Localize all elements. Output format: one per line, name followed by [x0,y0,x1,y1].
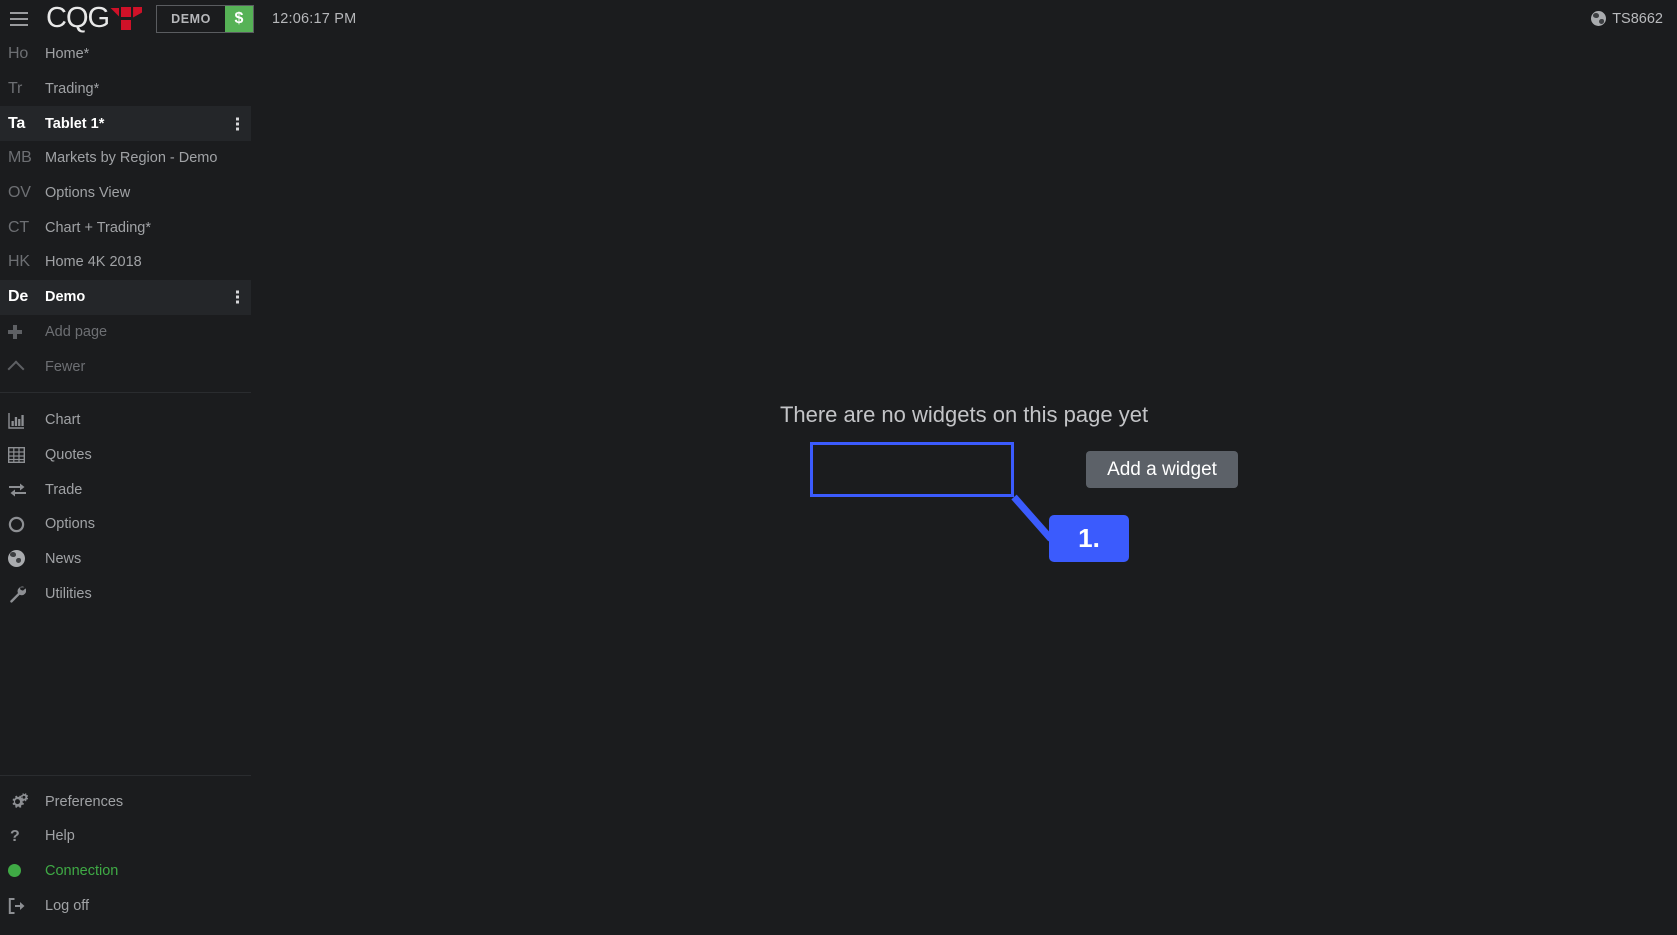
brand-text: CQG [46,2,110,34]
page-abbr: De [8,288,29,306]
page-label: Trading* [45,81,100,98]
globe-icon [8,550,38,568]
sidebar-page-demo[interactable]: De Demo [0,279,251,315]
chevron-up-icon [7,359,38,378]
page-abbr: Ta [8,114,26,132]
sidebar-page-chart-trading[interactable]: CT Chart + Trading* [0,210,251,245]
sidebar-page-home-4k-2018[interactable]: HK Home 4K 2018 [0,245,251,280]
page-label: Home* [45,46,90,63]
sidebar-page-tablet-1[interactable]: Ta Tablet 1* [0,106,251,142]
widget-label: News [45,550,82,567]
page-abbr: Ho [8,45,29,63]
sidebar-widget-utilities[interactable]: Utilities [0,576,251,611]
fewer-toggle[interactable]: Fewer [0,349,251,384]
top-bar: CQG DEMO $ 12:06:17 PM TS8662 [0,0,1677,37]
page-options-kebab-icon[interactable] [236,117,239,131]
hamburger-bar [10,23,28,26]
circle-icon [8,516,38,533]
page-label: Home 4K 2018 [45,254,142,271]
page-label: Demo [45,289,86,306]
annotation-step-badge: 1. [1049,515,1129,562]
sidebar-page-markets-by-region[interactable]: MB Markets by Region - Demo [0,141,251,176]
widget-label: Options [45,516,95,533]
plus-icon [8,324,38,339]
sidebar-widget-trade[interactable]: Trade [0,472,251,507]
demo-mode-badge[interactable]: DEMO $ [156,4,254,33]
page-label: Chart + Trading* [45,219,151,236]
exchange-arrows-icon [8,482,38,498]
footer-label: Log off [45,897,90,914]
main-canvas: There are no widgets on this page yet Ad… [251,37,1677,935]
footer-label: Preferences [45,793,124,810]
sidebar-page-home[interactable]: Ho Home* [0,37,251,72]
wrench-icon [8,585,38,603]
sidebar-connection[interactable]: Connection [0,854,251,889]
page-options-kebab-icon[interactable] [236,290,239,304]
question-icon: ? [8,827,38,845]
widget-label: Trade [45,481,83,498]
sidebar-widget-news[interactable]: News [0,542,251,577]
page-abbr: OV [8,184,31,202]
annotation-step-label: 1. [1078,523,1100,553]
page-label: Markets by Region - Demo [45,150,218,167]
sidebar-preferences[interactable]: Preferences [0,784,251,819]
grid-table-icon [8,446,38,463]
logout-icon [8,897,38,914]
sidebar-log-off[interactable]: Log off [0,888,251,923]
cqg-logo-mark-icon [110,6,143,31]
account-label: TS8662 [1612,10,1663,27]
page-abbr: Tr [8,80,23,98]
demo-label: DEMO [157,5,225,32]
footer-label: Help [45,828,75,845]
sidebar-divider [0,391,251,393]
hamburger-bar [10,17,28,20]
gears-icon [8,792,38,811]
sidebar-page-options-view[interactable]: OV Options View [0,176,251,211]
account-indicator[interactable]: TS8662 [1591,0,1663,37]
cqg-logo[interactable]: CQG [46,0,143,37]
page-label: Options View [45,185,131,202]
widget-label: Utilities [45,585,92,602]
add-widget-button[interactable]: Add a widget [1086,451,1238,488]
page-abbr: MB [8,149,32,167]
sidebar-page-trading[interactable]: Tr Trading* [0,72,251,107]
fewer-label: Fewer [45,358,86,375]
clock: 12:06:17 PM [271,10,357,27]
sidebar-footer: Preferences ? Help Connection Log off [0,775,251,923]
hamburger-bar [10,11,28,14]
sidebar-widget-quotes[interactable]: Quotes [0,438,251,473]
globe-icon [1591,11,1607,26]
sidebar: Ho Home* Tr Trading* Ta Tablet 1* MB Mar… [0,37,251,935]
svg-text:?: ? [10,828,20,845]
currency-icon: $ [224,5,253,32]
widget-label: Chart [45,412,81,429]
empty-state-message: There are no widgets on this page yet [779,402,1149,427]
page-label: Tablet 1* [45,115,105,132]
sidebar-help[interactable]: ? Help [0,819,251,854]
hamburger-menu-icon[interactable] [0,0,38,37]
page-abbr: CT [8,218,29,236]
page-abbr: HK [8,253,30,271]
bar-chart-icon [8,412,38,429]
footer-label: Connection [45,862,119,879]
add-page-label: Add page [45,323,108,340]
widget-label: Quotes [45,446,92,463]
sidebar-footer-divider [0,775,251,777]
sidebar-widget-options[interactable]: Options [0,507,251,542]
add-page-button[interactable]: Add page [0,315,251,350]
green-dot-icon [8,864,38,878]
annotation-highlight-box [810,442,1014,497]
sidebar-widget-chart[interactable]: Chart [0,403,251,438]
